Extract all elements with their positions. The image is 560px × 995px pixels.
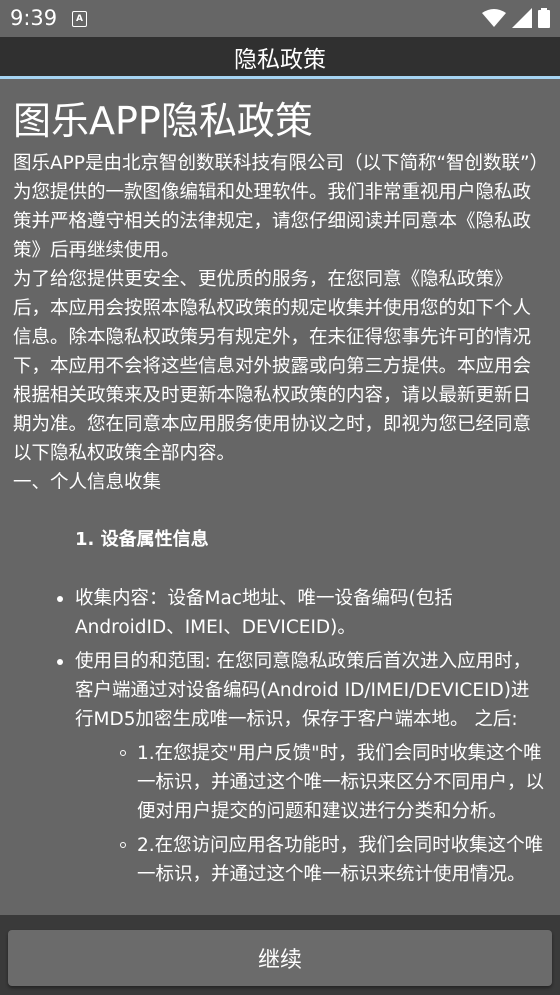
list-item: 使用目的和范围: 在您同意隐私政策后首次进入应用时，客户端通过对设备编码(And… (57, 647, 547, 889)
wifi-icon (482, 9, 506, 27)
notification-icon: A (72, 11, 87, 27)
continue-button[interactable]: 继续 (8, 930, 552, 986)
battery-icon (538, 8, 550, 28)
signal-icon (512, 8, 532, 28)
sub-list-item: 1.在您提交"用户反馈"时，我们会同时收集这个唯一标识，并通过这个唯一标识来区分… (120, 739, 547, 826)
list-item-text: 使用目的和范围: 在您同意隐私政策后首次进入应用时，客户端通过对设备编码(And… (75, 651, 532, 730)
intro-paragraph: 图乐APP是由北京智创数联科技有限公司（以下简称“智创数联”）为您提供的一款图像… (13, 153, 539, 261)
status-time: 9:39 (10, 6, 58, 30)
app-bar: 隐私政策 (0, 37, 560, 79)
bullet-list: 收集内容：设备Mac地址、唯一设备编码(包括AndroidID、IMEI、DEV… (13, 584, 547, 889)
status-icons (482, 8, 550, 28)
policy-heading: 图乐APP隐私政策 (13, 99, 313, 143)
sub-list-item: 2.在您访问应用各功能时，我们会同时收集这个唯一标识，并通过这个唯一标识来统计使… (120, 831, 547, 889)
bottom-bar: 继续 (0, 915, 560, 995)
policy-content[interactable]: 图乐APP隐私政策 图乐APP是由北京智创数联科技有限公司（以下简称“智创数联”… (0, 79, 560, 915)
service-paragraph: 为了给您提供更安全、更优质的服务，在您同意《隐私政策》后，本应用会按照本隐私权政… (13, 269, 532, 464)
list-item: 收集内容：设备Mac地址、唯一设备编码(包括AndroidID、IMEI、DEV… (57, 584, 547, 642)
sub-bullet-list: 1.在您提交"用户反馈"时，我们会同时收集这个唯一标识，并通过这个唯一标识来区分… (75, 739, 547, 889)
section-title: 一、个人信息收集 (13, 472, 162, 493)
subheading-device-info: 1. 设备属性信息 (75, 529, 209, 550)
status-bar: 9:39 A (0, 0, 560, 37)
app-bar-title: 隐私政策 (234, 46, 326, 73)
